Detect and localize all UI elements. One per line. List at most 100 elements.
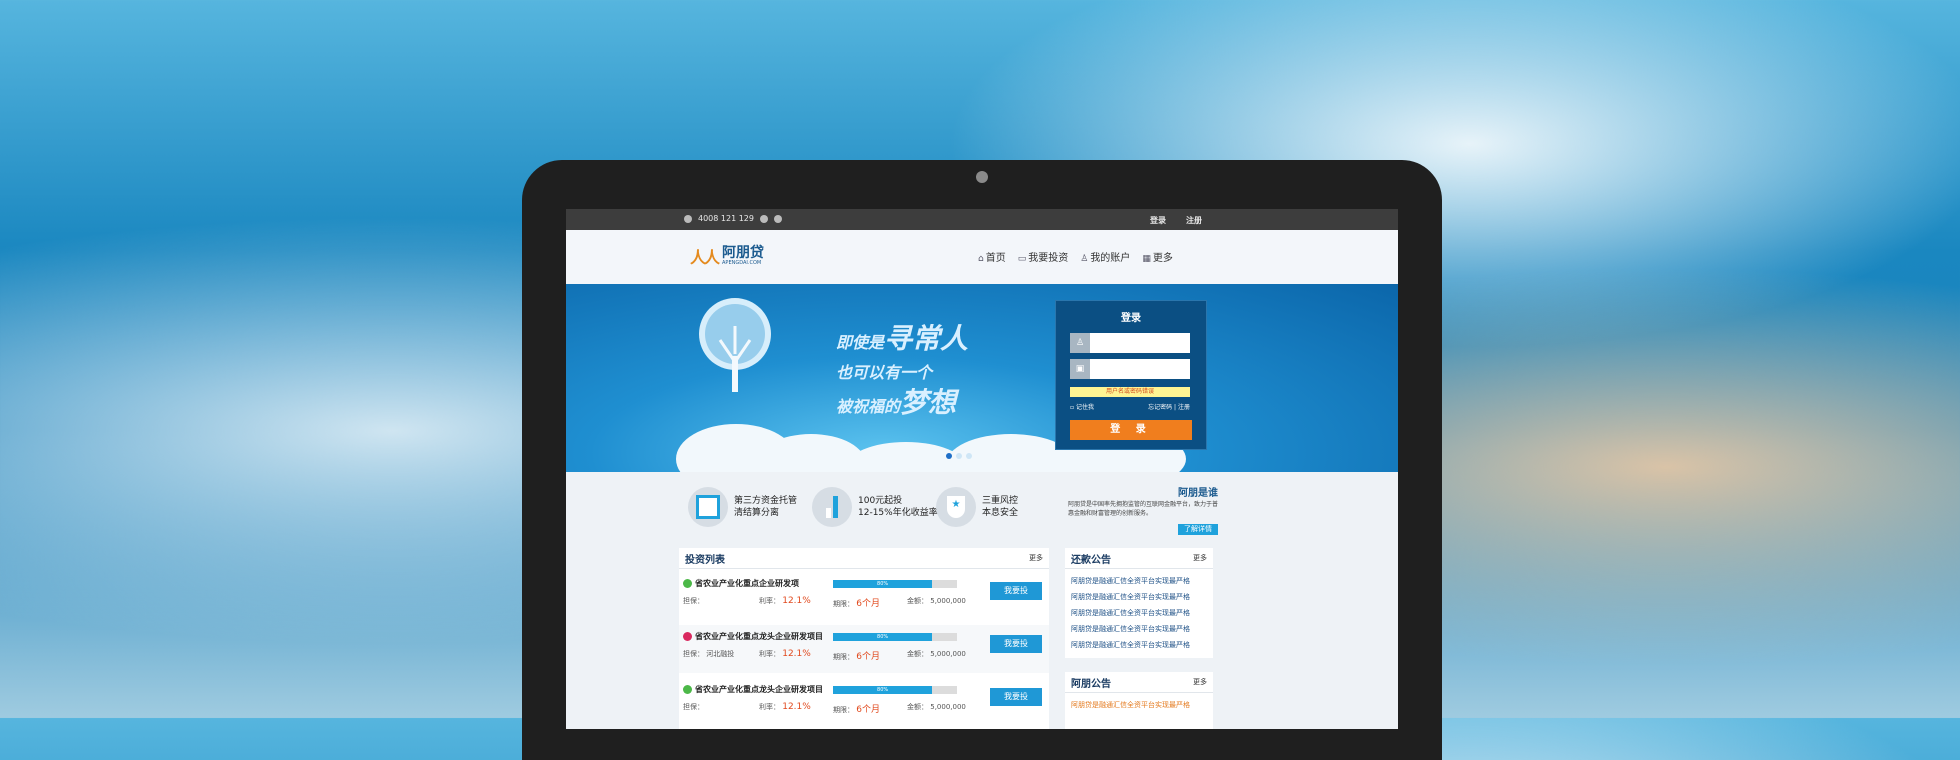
login-register-link[interactable]: 注册: [1178, 404, 1190, 411]
remember-me-label: 记住我: [1075, 404, 1094, 411]
rate-label: 利率：: [759, 650, 780, 658]
feature-risk-line1: 三重风控: [982, 496, 1019, 506]
camera-dot: [976, 171, 988, 183]
slogan-line3-big: 梦想: [900, 386, 957, 419]
carousel-dot[interactable]: [956, 453, 962, 459]
top-register-link[interactable]: 注册: [1186, 215, 1202, 226]
logo-mark-icon: 人人: [690, 248, 720, 267]
repayment-item[interactable]: 阿朋贷是融通汇信全资平台实现最严格: [1071, 621, 1207, 637]
remember-me-checkbox[interactable]: ▫ 记住我: [1070, 402, 1094, 411]
password-field[interactable]: ▣: [1070, 359, 1190, 379]
investment-guarantee: 担保： 河北融投: [683, 649, 734, 659]
shield-icon: ★: [936, 487, 976, 527]
rate-label: 利率：: [759, 597, 780, 605]
site-header: 人人 阿朋贷 APENGDAI.COM ⌂ 首页 ▭ 我要投资 ♙ 我的账户 ▦ 更多: [566, 230, 1398, 285]
amount-value: 5,000,000: [930, 650, 966, 658]
investment-name-text: 省农业产业化重点龙头企业研发项目: [695, 632, 823, 641]
progress-bar: 80%: [833, 633, 957, 641]
forgot-password-link[interactable]: 忘记密码: [1148, 404, 1172, 411]
feature-risk-line2: 本息安全: [982, 508, 1019, 518]
news-more-link[interactable]: 更多: [1193, 677, 1207, 687]
weibo-icon[interactable]: [759, 214, 768, 223]
slogan-line1: 即使是: [836, 333, 885, 352]
term-value: 6个月: [856, 705, 880, 715]
news-item[interactable]: 阿朋贷是融通汇信全资平台实现最严格: [1071, 697, 1207, 713]
hero-banner: 即使是寻常人 也可以有一个 被祝福的梦想 登录 ♙ ▣ 用户名或密码错误 ▫ 记…: [566, 284, 1398, 472]
project-badge-icon: [683, 632, 692, 641]
progress-fill: 80%: [833, 633, 933, 641]
repayment-item[interactable]: 阿朋贷是融通汇信全资平台实现最严格: [1071, 605, 1207, 621]
feature-return-line1: 100元起投: [858, 496, 903, 506]
about-more-button[interactable]: 了解详情: [1178, 524, 1218, 535]
term-value: 6个月: [856, 652, 880, 662]
about-title: 阿朋是谁: [1178, 488, 1218, 499]
investment-guarantee: 担保：: [683, 702, 704, 712]
amount-value: 5,000,000: [930, 597, 966, 605]
login-button[interactable]: 登 录: [1070, 420, 1192, 440]
nav-invest-label: 我要投资: [1028, 253, 1069, 264]
repayment-item[interactable]: 阿朋贷是融通汇信全资平台实现最严格: [1071, 573, 1207, 589]
amount-label: 金额：: [907, 703, 928, 711]
invest-button[interactable]: 我要投: [990, 582, 1042, 600]
rate-label: 利率：: [759, 703, 780, 711]
investment-item: 省农业产业化重点企业研发项 担保： 利率： 12.1% 80% 期限： 6个月 金额： …: [679, 572, 1049, 620]
logo-name: 阿朋贷: [722, 245, 765, 261]
invest-button[interactable]: 我要投: [990, 688, 1042, 706]
nav-home-label: 首页: [985, 253, 1006, 264]
feature-custody-line2: 清结算分离: [734, 508, 780, 518]
username-field[interactable]: ♙: [1070, 333, 1190, 353]
investment-guarantee: 担保：: [683, 596, 704, 606]
repayment-item[interactable]: 阿朋贷是融通汇信全资平台实现最严格: [1071, 589, 1207, 605]
repayment-title: 还款公告: [1071, 554, 1111, 566]
slogan-line3: 被祝福的: [836, 397, 901, 416]
investment-title: 投资列表: [685, 554, 725, 566]
investment-amount: 金额： 5,000,000: [907, 649, 966, 659]
investment-name[interactable]: 省农业产业化重点龙头企业研发项目: [683, 684, 823, 695]
carousel-dot[interactable]: [946, 453, 952, 459]
feature-risk: ★ 三重风控本息安全: [936, 487, 1018, 527]
investment-amount: 金额： 5,000,000: [907, 596, 966, 606]
wechat-icon[interactable]: [773, 214, 782, 223]
carousel-dot[interactable]: [966, 453, 972, 459]
guarantee-label: 担保：: [683, 597, 704, 605]
custody-icon: [688, 487, 728, 527]
repayment-more-link[interactable]: 更多: [1193, 553, 1207, 563]
guarantee-label: 担保：: [683, 650, 704, 658]
nav-more[interactable]: ▦ 更多: [1142, 249, 1173, 264]
repayment-panel: 还款公告 更多 阿朋贷是融通汇信全资平台实现最严格 阿朋贷是融通汇信全资平台实现最…: [1065, 548, 1213, 658]
progress-fill: 80%: [833, 686, 933, 694]
investment-name[interactable]: 省农业产业化重点企业研发项: [683, 578, 799, 589]
news-title: 阿朋公告: [1071, 678, 1111, 690]
investment-more-link[interactable]: 更多: [1029, 553, 1043, 563]
rate-value: 12.1%: [782, 649, 811, 659]
about-block: 阿朋是谁 阿朋贷是中国率先拥抱监管的互联网金融平台，致力于普惠金融和财富管理的创…: [1068, 489, 1218, 535]
home-icon: ⌂: [978, 254, 984, 264]
site-logo[interactable]: 人人 阿朋贷 APENGDAI.COM: [690, 244, 764, 268]
slogan-line2: 也可以有一个: [836, 363, 933, 382]
rate-value: 12.1%: [782, 702, 811, 712]
news-panel: 阿朋公告 更多 阿朋贷是融通汇信全资平台实现最严格: [1065, 672, 1213, 729]
logo-domain: APENGDAI.COM: [722, 260, 762, 266]
investment-term: 期限： 6个月: [833, 702, 880, 715]
feature-strip: 第三方资金托管 清结算分离 100元起投 12-15%年化收益率 ★ 三重风控 本息安…: [566, 477, 1398, 537]
login-title: 登录: [1121, 313, 1141, 324]
about-text: 阿朋贷是中国率先拥抱监管的互联网金融平台，致力于普惠金融和财富管理的创新服务。: [1068, 501, 1219, 517]
repayment-item[interactable]: 阿朋贷是融通汇信全资平台实现最严格: [1071, 637, 1207, 653]
top-login-link[interactable]: 登录: [1150, 215, 1166, 226]
term-value: 6个月: [856, 599, 880, 609]
nav-invest[interactable]: ▭ 我要投资: [1018, 249, 1069, 264]
phone-number: 4008 121 129: [698, 214, 754, 223]
nav-account[interactable]: ♙ 我的账户: [1080, 249, 1130, 264]
investment-name[interactable]: 省农业产业化重点龙头企业研发项目: [683, 631, 823, 642]
investment-rate: 利率： 12.1%: [759, 649, 811, 659]
main-nav: ⌂ 首页 ▭ 我要投资 ♙ 我的账户 ▦ 更多: [978, 249, 1173, 264]
investment-rate: 利率： 12.1%: [759, 596, 811, 606]
nav-home[interactable]: ⌂ 首页: [978, 249, 1006, 264]
lock-icon: ▣: [1070, 359, 1090, 379]
guarantee-value: 河北融投: [706, 650, 735, 658]
investment-name-text: 省农业产业化重点龙头企业研发项目: [695, 685, 823, 694]
invest-button[interactable]: 我要投: [990, 635, 1042, 653]
grid-icon: ▦: [1142, 254, 1151, 264]
guarantee-label: 担保：: [683, 703, 704, 711]
user-icon: ♙: [1070, 333, 1090, 353]
